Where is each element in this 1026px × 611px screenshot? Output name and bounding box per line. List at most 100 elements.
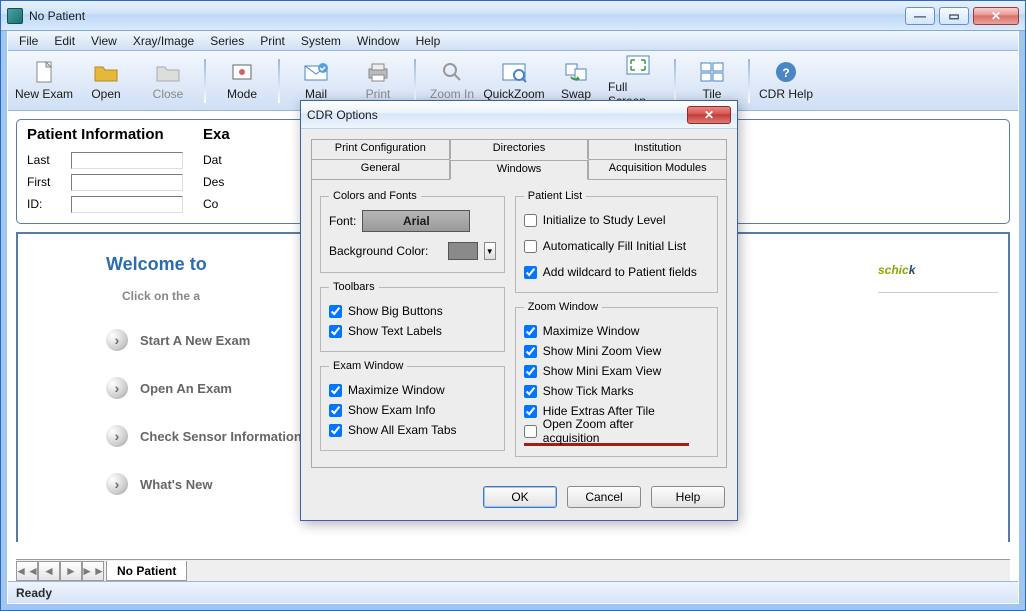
cancel-button[interactable]: Cancel <box>567 486 641 508</box>
bgcolor-dropdown[interactable]: ▼ <box>484 242 496 260</box>
chevron-right-icon: › <box>106 473 128 495</box>
check-open-zoom-after[interactable]: Open Zoom after acquisition <box>524 421 689 441</box>
folderx-icon <box>154 60 182 84</box>
menu-edit[interactable]: Edit <box>47 32 82 50</box>
tool-open[interactable]: Open <box>76 54 136 108</box>
tool-cdrhelp[interactable]: ?CDR Help <box>756 54 816 108</box>
menu-print[interactable]: Print <box>253 32 292 50</box>
app-icon <box>7 8 23 24</box>
bgcolor-swatch[interactable] <box>448 242 478 260</box>
menu-bar: FileEditViewXray/ImageSeriesPrintSystemW… <box>8 31 1018 51</box>
ok-button[interactable]: OK <box>483 486 557 508</box>
tab-no-patient[interactable]: No Patient <box>106 561 187 581</box>
mail-icon <box>302 60 330 84</box>
label-desc: Des <box>203 175 241 189</box>
help-icon: ? <box>772 60 800 84</box>
tab-nav-prev[interactable]: ◄ <box>38 561 60 581</box>
chevron-right-icon: › <box>106 425 128 447</box>
check-mini-exam[interactable]: Show Mini Exam View <box>524 361 709 381</box>
group-toolbars: Toolbars Show Big Buttons Show Text Labe… <box>320 281 505 352</box>
tab-general[interactable]: General <box>311 159 450 179</box>
tab-nav-next[interactable]: ► <box>60 561 82 581</box>
menu-window[interactable]: Window <box>350 32 407 50</box>
swap-icon <box>562 60 590 84</box>
tab-nav-first[interactable]: ◄◄ <box>16 561 38 581</box>
check-exam-tabs[interactable]: Show All Exam Tabs <box>329 420 496 440</box>
font-button[interactable]: Arial <box>362 210 470 232</box>
check-tick-marks[interactable]: Show Tick Marks <box>524 381 709 401</box>
toolbar-separator <box>204 59 206 103</box>
input-last[interactable] <box>71 152 183 169</box>
chevron-right-icon: › <box>106 329 128 351</box>
minimize-button[interactable]: — <box>905 7 935 25</box>
input-id[interactable] <box>71 196 183 213</box>
check-mini-zoom[interactable]: Show Mini Zoom View <box>524 341 709 361</box>
tool-mode[interactable]: Mode <box>212 54 272 108</box>
tab-directories[interactable]: Directories <box>450 139 589 159</box>
dialog-title: CDR Options <box>307 108 687 122</box>
schick-logo: schick <box>878 249 998 293</box>
label-id: ID: <box>27 197 65 211</box>
maximize-button[interactable]: ▭ <box>939 7 969 25</box>
check-wildcard[interactable]: Add wildcard to Patient fields <box>524 262 709 282</box>
folder-icon <box>92 60 120 84</box>
label-font: Font: <box>329 214 356 228</box>
check-big-buttons[interactable]: Show Big Buttons <box>329 301 496 321</box>
tab-institution[interactable]: Institution <box>588 139 727 159</box>
tab-nav-last[interactable]: ►► <box>82 561 104 581</box>
toolbar-separator <box>414 59 416 103</box>
qzoom-icon <box>500 60 528 84</box>
doc-icon <box>30 60 58 84</box>
tool-newexam[interactable]: New Exam <box>14 54 74 108</box>
tab-windows[interactable]: Windows <box>450 160 589 180</box>
check-exam-max[interactable]: Maximize Window <box>329 380 496 400</box>
toolbar-separator <box>278 59 280 103</box>
help-button[interactable]: Help <box>651 486 725 508</box>
check-text-labels[interactable]: Show Text Labels <box>329 321 496 341</box>
check-init-study[interactable]: Initialize to Study Level <box>524 210 709 230</box>
label-date: Dat <box>203 153 241 167</box>
check-auto-fill[interactable]: Automatically Fill Initial List <box>524 236 709 256</box>
tool-close: Close <box>138 54 198 108</box>
label-bgcolor: Background Color: <box>329 244 442 258</box>
exam-info-title: Exa <box>203 126 241 143</box>
dialog-close-button[interactable]: ✕ <box>687 106 731 124</box>
toolbar-separator <box>748 59 750 103</box>
label-cond: Co <box>203 197 241 211</box>
check-exam-info[interactable]: Show Exam Info <box>329 400 496 420</box>
tile-icon <box>698 60 726 84</box>
title-bar[interactable]: No Patient — ▭ ✕ <box>1 1 1025 31</box>
tab-printconfiguration[interactable]: Print Configuration <box>311 139 450 159</box>
check-zoom-max[interactable]: Maximize Window <box>524 321 709 341</box>
svg-text:?: ? <box>782 66 789 80</box>
menu-series[interactable]: Series <box>203 32 251 50</box>
menu-xrayimage[interactable]: Xray/Image <box>126 32 201 50</box>
close-button[interactable]: ✕ <box>973 7 1019 25</box>
print-icon <box>364 60 392 84</box>
menu-file[interactable]: File <box>12 32 45 50</box>
group-colors-fonts: Colors and Fonts Font: Arial Background … <box>320 190 505 273</box>
menu-system[interactable]: System <box>294 32 348 50</box>
chevron-right-icon: › <box>106 377 128 399</box>
document-tabs: ◄◄ ◄ ► ►► No Patient <box>16 559 1010 581</box>
tab-panel-windows: Colors and Fonts Font: Arial Background … <box>311 179 727 468</box>
status-text: Ready <box>16 586 52 600</box>
dialog-title-bar[interactable]: CDR Options ✕ <box>301 101 737 129</box>
input-first[interactable] <box>71 174 183 191</box>
menu-view[interactable]: View <box>84 32 124 50</box>
toolbar-separator <box>674 59 676 103</box>
group-zoom-window: Zoom Window Maximize Window Show Mini Zo… <box>515 301 718 457</box>
zoom-icon <box>438 60 466 84</box>
cdr-options-dialog: CDR Options ✕ Print ConfigurationDirecto… <box>300 100 738 521</box>
patient-info-title: Patient Information <box>27 126 183 143</box>
group-exam-window: Exam Window Maximize Window Show Exam In… <box>320 360 505 451</box>
tab-acquisitionmodules[interactable]: Acquisition Modules <box>588 159 727 179</box>
menu-help[interactable]: Help <box>409 32 448 50</box>
label-first: First <box>27 175 65 189</box>
status-bar: Ready <box>8 581 1018 603</box>
mode-icon <box>228 60 256 84</box>
label-last: Last <box>27 153 65 167</box>
group-patient-list: Patient List Initialize to Study Level A… <box>515 190 718 293</box>
full-icon <box>624 54 652 77</box>
window-title: No Patient <box>29 9 905 23</box>
